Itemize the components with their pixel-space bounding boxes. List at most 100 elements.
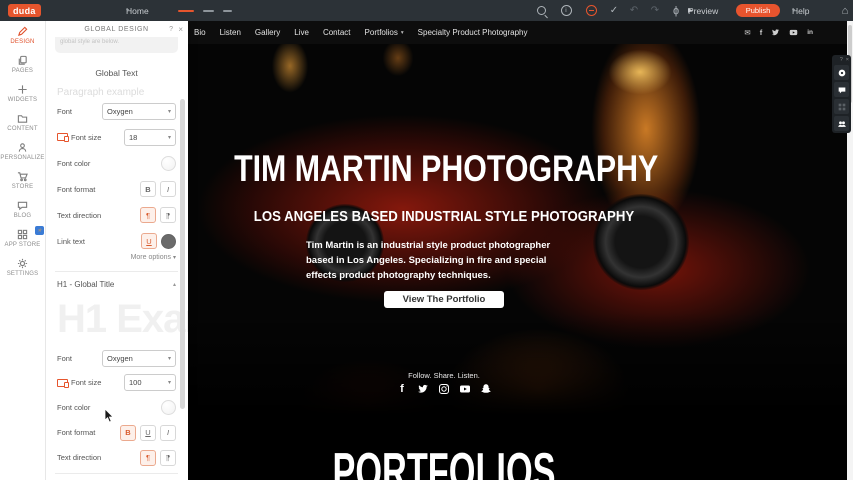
- sidebar-item-blog[interactable]: BLOG: [0, 195, 45, 224]
- page-selector[interactable]: Home ▾: [126, 0, 182, 21]
- font-color-swatch[interactable]: [161, 156, 176, 171]
- undo-icon: ↶: [630, 0, 638, 21]
- responsive-icon: [57, 133, 68, 141]
- instagram-icon[interactable]: [438, 382, 450, 396]
- nav-item-contact[interactable]: Contact: [323, 28, 351, 37]
- desktop-device-icon[interactable]: [178, 10, 194, 12]
- apps-tool-button[interactable]: [834, 99, 849, 114]
- bold-button[interactable]: B: [120, 425, 136, 441]
- publish-button[interactable]: Publish: [736, 4, 780, 17]
- h1-font-size-dropdown[interactable]: 100 ▾: [124, 374, 176, 391]
- font-format-label: Font format: [57, 428, 95, 437]
- editor-sidebar: DESIGN PAGES WIDGETS CONTENT PERSONALIZE…: [0, 21, 46, 480]
- font-size-label: Font size: [57, 133, 101, 142]
- text-direction-label: Text direction: [57, 453, 101, 462]
- nav-item-listen[interactable]: Listen: [220, 28, 241, 37]
- sidebar-item-label: WIDGETS: [8, 97, 37, 103]
- font-size-dropdown[interactable]: 18 ▾: [124, 129, 176, 146]
- status-button[interactable]: [583, 0, 599, 21]
- twitter-icon[interactable]: [771, 28, 780, 37]
- nav-item-bio[interactable]: Bio: [194, 28, 206, 37]
- h1-font-color-swatch[interactable]: [161, 400, 176, 415]
- speech-bubble-icon: [17, 200, 28, 211]
- undo-button[interactable]: ↶: [626, 0, 642, 21]
- link-color-swatch[interactable]: [161, 234, 176, 249]
- ltr-button[interactable]: ¶: [140, 450, 156, 466]
- sidebar-item-widgets[interactable]: WIDGETS: [0, 79, 45, 108]
- chat-icon: [837, 85, 847, 95]
- sidebar-item-content[interactable]: CONTENT: [0, 108, 45, 137]
- hero-body-text: Tim Martin is an industrial style produc…: [306, 238, 570, 283]
- bold-button[interactable]: B: [140, 181, 156, 197]
- rtl-button[interactable]: ¶: [160, 207, 176, 223]
- sidebar-item-label: DESIGN: [10, 39, 34, 45]
- link-controls: U: [141, 233, 176, 249]
- underline-button[interactable]: U: [140, 425, 156, 441]
- italic-button[interactable]: I: [160, 425, 176, 441]
- font-dropdown[interactable]: Oxygen ▾: [102, 103, 176, 120]
- sidebar-item-store[interactable]: STORE: [0, 166, 45, 195]
- snapchat-icon[interactable]: [480, 382, 492, 396]
- sidebar-item-app-store[interactable]: APP STORE ★: [0, 224, 45, 253]
- pages-icon: [17, 55, 28, 66]
- redo-button[interactable]: ↷: [647, 0, 663, 21]
- info-button[interactable]: i: [558, 0, 574, 21]
- youtube-icon[interactable]: [459, 382, 471, 396]
- sidebar-item-settings[interactable]: SETTINGS: [0, 253, 45, 282]
- hero-subtitle: LOS ANGELES BASED INDUSTRIAL STYLE PHOTO…: [219, 208, 670, 225]
- rtl-button[interactable]: ¶: [160, 450, 176, 466]
- help-icon[interactable]: ?: [840, 57, 843, 63]
- play-icon: ▶: [688, 0, 693, 21]
- team-icon: [837, 119, 847, 129]
- nav-item-gallery[interactable]: Gallery: [255, 28, 280, 37]
- view-portfolio-button[interactable]: View The Portfolio: [384, 291, 504, 308]
- nav-item-specialty[interactable]: Specialty Product Photography: [418, 28, 528, 37]
- close-icon[interactable]: ×: [846, 57, 849, 63]
- nav-item-live[interactable]: Live: [294, 28, 309, 37]
- folder-icon: [17, 113, 28, 124]
- save-status-button[interactable]: ✓: [606, 0, 622, 21]
- italic-button[interactable]: I: [160, 181, 176, 197]
- twitter-icon[interactable]: [417, 382, 429, 396]
- tablet-device-icon[interactable]: [203, 10, 214, 12]
- lens-tool-button[interactable]: [834, 65, 849, 80]
- email-icon[interactable]: ✉: [744, 28, 750, 37]
- team-tool-button[interactable]: [834, 116, 849, 131]
- responsive-icon: [57, 379, 68, 387]
- panel-scrollbar-thumb[interactable]: [180, 99, 185, 409]
- linkedin-icon[interactable]: in: [807, 29, 813, 36]
- nav-item-portfolios[interactable]: Portfolios ▾: [365, 28, 404, 37]
- panel-scrollbar[interactable]: [180, 21, 185, 480]
- facebook-icon[interactable]: f: [396, 382, 408, 396]
- h1-font-dropdown[interactable]: Oxygen ▾: [102, 350, 176, 367]
- sidebar-item-label: BLOG: [14, 213, 31, 219]
- mobile-device-icon[interactable]: [223, 10, 232, 12]
- h1-section-header[interactable]: H1 - Global Title ▴: [57, 272, 176, 296]
- search-button[interactable]: [533, 0, 549, 21]
- dashboard-home-button[interactable]: ⌂: [837, 0, 853, 21]
- comments-tool-button[interactable]: [834, 82, 849, 97]
- help-menu[interactable]: Help ▾: [792, 0, 832, 21]
- youtube-icon[interactable]: [789, 28, 798, 37]
- dev-mode-button[interactable]: ɸ: [668, 0, 684, 21]
- help-icon[interactable]: ?: [169, 26, 173, 33]
- font-size-row: Font size 100 ▾: [57, 370, 176, 395]
- font-label: Font: [57, 354, 72, 363]
- facebook-icon[interactable]: f: [760, 28, 763, 37]
- cart-icon: [17, 171, 28, 182]
- underline-button[interactable]: U: [141, 233, 157, 249]
- more-options-link[interactable]: More options ▾: [57, 254, 176, 268]
- follow-social-icons: f: [188, 382, 700, 396]
- duda-logo[interactable]: duda: [8, 0, 41, 21]
- sidebar-item-label: APP STORE: [5, 242, 41, 248]
- ltr-button[interactable]: ¶: [140, 207, 156, 223]
- sidebar-item-pages[interactable]: PAGES: [0, 50, 45, 79]
- chevron-down-icon: ▾: [168, 355, 171, 362]
- search-icon: [537, 6, 546, 15]
- sidebar-item-personalize[interactable]: PERSONALIZE: [0, 137, 45, 166]
- portfolios-heading: PORTFOLIOS: [275, 442, 613, 480]
- star-icon: ★: [37, 227, 43, 234]
- sidebar-item-design[interactable]: DESIGN: [0, 21, 45, 50]
- format-buttons: B I: [140, 181, 176, 197]
- font-format-row: Font format B U I: [57, 420, 176, 445]
